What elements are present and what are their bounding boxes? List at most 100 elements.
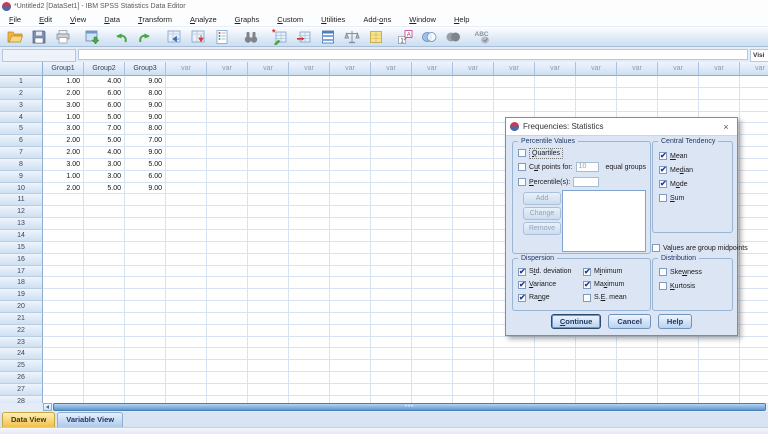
cell[interactable]: [371, 229, 412, 242]
cell[interactable]: [289, 336, 330, 349]
row-header[interactable]: 19: [0, 289, 43, 302]
cell[interactable]: [289, 147, 330, 159]
cell[interactable]: [84, 336, 125, 349]
cell[interactable]: 4.00: [84, 147, 125, 159]
cell[interactable]: [535, 395, 576, 403]
cut-points-checkbox[interactable]: Cut points for:: [518, 163, 573, 171]
cell[interactable]: [658, 87, 699, 100]
cell[interactable]: [248, 218, 289, 230]
cell[interactable]: [84, 301, 125, 313]
cell[interactable]: [166, 277, 207, 290]
cell[interactable]: [207, 348, 248, 361]
cell[interactable]: [248, 170, 289, 183]
row-header[interactable]: 25: [0, 360, 43, 373]
cell[interactable]: [207, 158, 248, 171]
cell[interactable]: [207, 194, 248, 207]
cell[interactable]: [699, 348, 740, 361]
cell[interactable]: [84, 383, 125, 396]
cell[interactable]: [412, 135, 453, 148]
cell[interactable]: [740, 194, 768, 207]
cell[interactable]: [740, 277, 768, 290]
row-header[interactable]: 3: [0, 99, 43, 112]
cell[interactable]: [658, 348, 699, 361]
insert-cases-icon[interactable]: *: [268, 27, 292, 46]
cell[interactable]: [166, 229, 207, 242]
cell[interactable]: [289, 170, 330, 183]
cell[interactable]: 8.00: [125, 123, 166, 136]
column-header-var[interactable]: var: [412, 62, 453, 76]
insert-variable-icon[interactable]: [292, 27, 316, 46]
cell[interactable]: [166, 395, 207, 403]
cell[interactable]: [43, 206, 84, 219]
cell[interactable]: [453, 312, 494, 325]
select-cases-icon[interactable]: [364, 27, 388, 46]
cell[interactable]: [289, 289, 330, 302]
cell[interactable]: [699, 372, 740, 384]
quartiles-checkbox[interactable]: Quartiles: [518, 147, 564, 159]
row-header[interactable]: 14: [0, 229, 43, 242]
kurtosis-checkbox[interactable]: Kurtosis: [659, 279, 702, 293]
cell[interactable]: [371, 336, 412, 349]
cell[interactable]: [453, 76, 494, 88]
percentiles-checkbox[interactable]: Percentile(s):: [518, 178, 570, 186]
cell[interactable]: [412, 147, 453, 159]
cell[interactable]: [207, 253, 248, 266]
row-header[interactable]: 17: [0, 265, 43, 278]
scroll-left-icon[interactable]: [43, 403, 52, 411]
cell[interactable]: [453, 265, 494, 278]
cell[interactable]: [535, 348, 576, 361]
cell[interactable]: [617, 99, 658, 112]
cell[interactable]: [330, 135, 371, 148]
cell[interactable]: [125, 301, 166, 313]
cell[interactable]: 7.00: [125, 135, 166, 148]
cell[interactable]: [84, 241, 125, 254]
cell[interactable]: 3.00: [43, 99, 84, 112]
cell[interactable]: [658, 372, 699, 384]
cell[interactable]: [248, 372, 289, 384]
cell[interactable]: [43, 265, 84, 278]
cell[interactable]: [289, 301, 330, 313]
cell[interactable]: [576, 360, 617, 373]
s-e-mean-checkbox[interactable]: S.E. mean: [583, 291, 627, 304]
cell[interactable]: [412, 218, 453, 230]
column-header-var[interactable]: var: [699, 62, 740, 76]
cell[interactable]: 1.00: [43, 170, 84, 183]
cell[interactable]: [412, 229, 453, 242]
cell[interactable]: [330, 229, 371, 242]
cell[interactable]: [330, 111, 371, 124]
cell[interactable]: [453, 360, 494, 373]
cell[interactable]: [412, 360, 453, 373]
cell[interactable]: [166, 147, 207, 159]
cell[interactable]: [207, 182, 248, 195]
cell[interactable]: [207, 395, 248, 403]
cell[interactable]: [371, 76, 412, 88]
cell[interactable]: [371, 135, 412, 148]
cell[interactable]: [412, 206, 453, 219]
cell[interactable]: [166, 182, 207, 195]
cell[interactable]: [535, 372, 576, 384]
cell[interactable]: 4.00: [84, 76, 125, 88]
mode-checkbox[interactable]: ✔ Mode: [659, 177, 693, 191]
cell[interactable]: [43, 360, 84, 373]
cell[interactable]: [248, 135, 289, 148]
cell[interactable]: [371, 147, 412, 159]
cell[interactable]: [330, 241, 371, 254]
cell[interactable]: [289, 229, 330, 242]
cell[interactable]: [617, 87, 658, 100]
cell[interactable]: [125, 395, 166, 403]
cell[interactable]: [330, 383, 371, 396]
cell[interactable]: [207, 301, 248, 313]
open-data-icon[interactable]: [3, 27, 27, 46]
cell[interactable]: [453, 170, 494, 183]
cell[interactable]: [330, 301, 371, 313]
cell[interactable]: [330, 336, 371, 349]
tab-data-view[interactable]: Data View: [2, 412, 56, 427]
cell[interactable]: [248, 229, 289, 242]
cell[interactable]: 1.00: [43, 111, 84, 124]
cell[interactable]: [658, 383, 699, 396]
cell[interactable]: [125, 348, 166, 361]
cell[interactable]: 2.00: [43, 135, 84, 148]
cell[interactable]: [740, 348, 768, 361]
cell[interactable]: [166, 170, 207, 183]
cell[interactable]: [412, 76, 453, 88]
